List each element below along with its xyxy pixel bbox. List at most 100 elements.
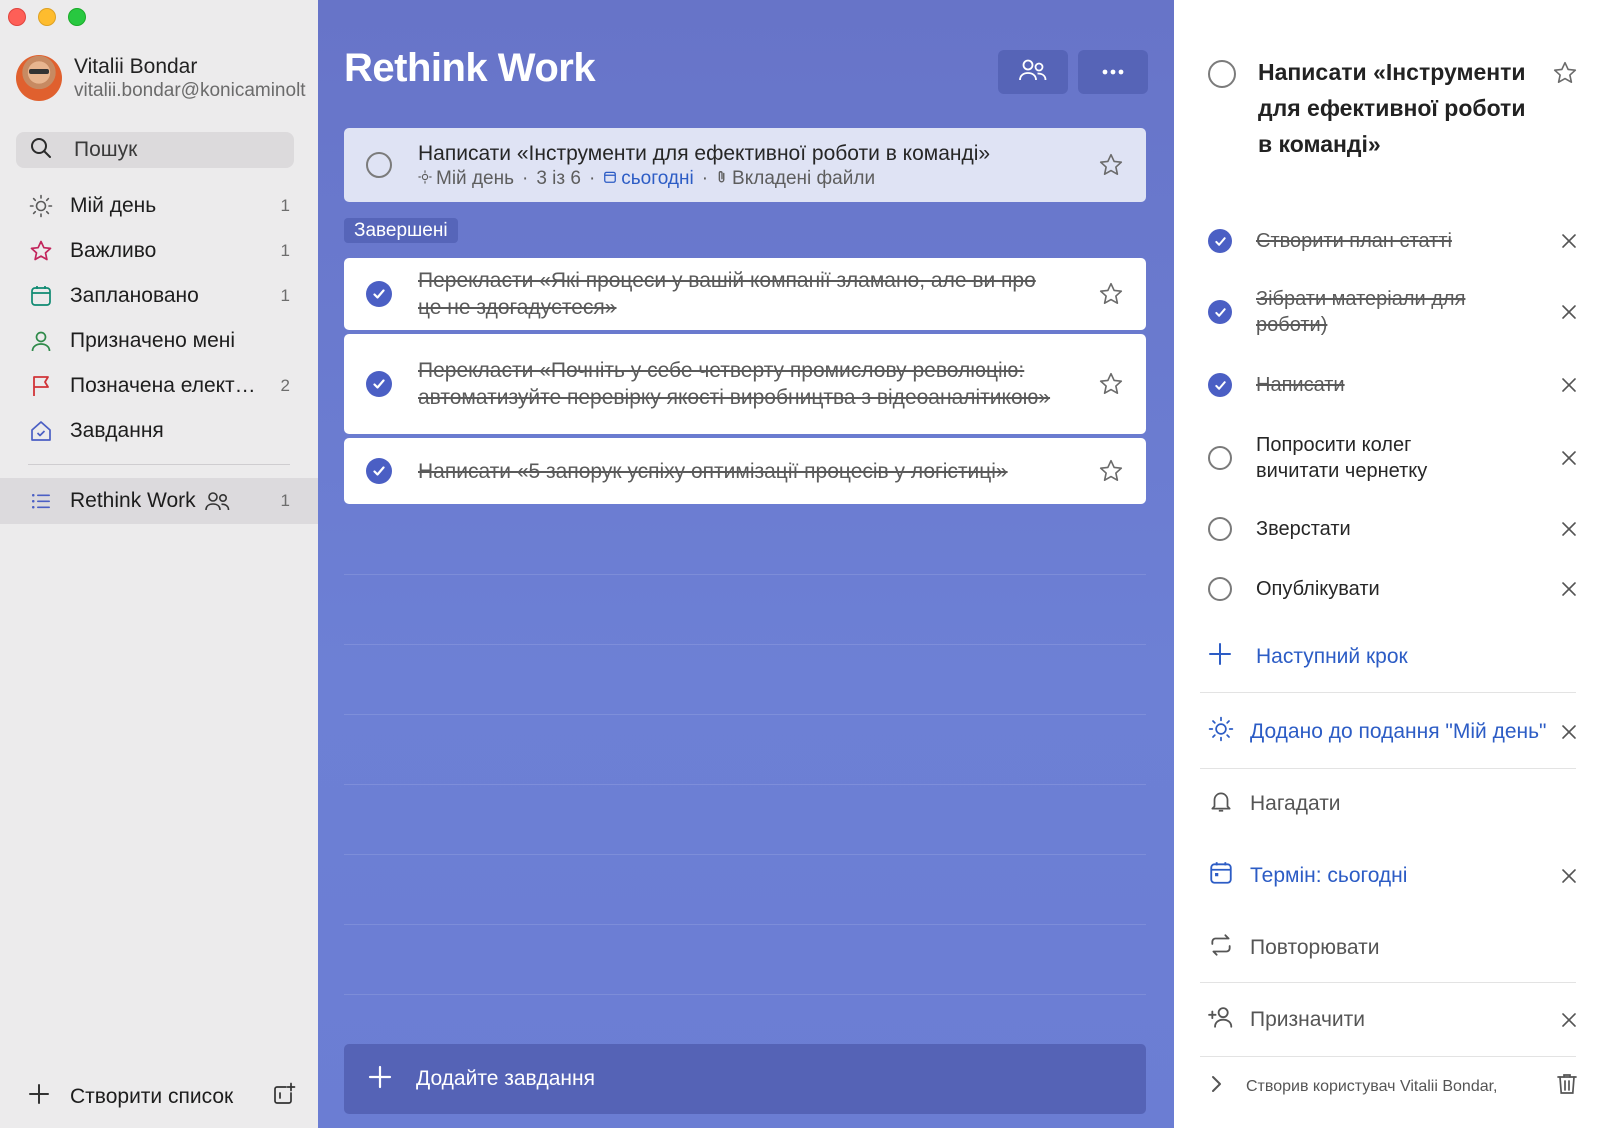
share-button[interactable]: [998, 50, 1068, 94]
minimize-window-button[interactable]: [38, 8, 56, 26]
star-outline-icon[interactable]: [1098, 281, 1124, 307]
step-label: Зібрати матеріали для роботи): [1256, 288, 1466, 336]
task-row[interactable]: Перекласти «Почніть у себе четверту пром…: [344, 334, 1146, 434]
repeat-icon: [1208, 932, 1234, 963]
close-icon[interactable]: [1560, 867, 1578, 885]
star-outline-icon[interactable]: [1552, 60, 1578, 91]
task-row-selected[interactable]: Написати «Інструменти для ефективної роб…: [344, 128, 1146, 202]
sidebar-item-count: 1: [280, 491, 290, 510]
step-item[interactable]: Зібрати матеріали для роботи): [1208, 286, 1578, 338]
sidebar-item-label: Мій день: [70, 193, 157, 217]
step-checkbox[interactable]: [1208, 446, 1232, 470]
new-list: Створити список: [28, 1082, 296, 1111]
trash-icon[interactable]: [1556, 1072, 1578, 1101]
sidebar-item-rethink-work[interactable]: Rethink Work 1: [0, 478, 318, 524]
close-icon[interactable]: [1560, 376, 1578, 394]
checkmark-icon[interactable]: [1208, 300, 1232, 324]
sun-icon: [1208, 716, 1234, 747]
sidebar-item-my-day[interactable]: Мій день 1: [0, 183, 318, 228]
close-icon[interactable]: [1560, 232, 1578, 250]
task-meta: Мій день · 3 із 6 · сьогодні · Вкладені …: [418, 168, 1098, 190]
remind-label: Нагадати: [1250, 791, 1341, 815]
profile-name: Vitalii Bondar: [74, 55, 198, 78]
flag-icon: [28, 373, 54, 399]
sidebar-item-tasks[interactable]: Завдання: [0, 408, 318, 453]
search-input[interactable]: Пошук: [16, 132, 294, 168]
checkmark-icon[interactable]: [1208, 373, 1232, 397]
more-options-button[interactable]: [1078, 50, 1148, 94]
complete-task-checkbox[interactable]: [1208, 60, 1236, 88]
task-title: Написати «Інструменти для ефективної роб…: [418, 142, 991, 165]
task-title: Написати «5 запорук успіху оптимізації п…: [418, 459, 1008, 483]
step-item[interactable]: Попросити колег вичитати чернетку: [1208, 432, 1578, 484]
sidebar-item-assigned[interactable]: Призначено мені: [0, 318, 318, 363]
divider: [1200, 982, 1576, 983]
step-item[interactable]: Опублікувати: [1208, 576, 1578, 602]
checkmark-icon[interactable]: [366, 371, 392, 397]
checkmark-icon[interactable]: [366, 281, 392, 307]
account-profile[interactable]: Vitalii Bondar vitalii.bondar@konicamino…: [16, 54, 316, 102]
empty-row-divider: [344, 994, 1146, 995]
empty-row-divider: [344, 854, 1146, 855]
zoom-window-button[interactable]: [68, 8, 86, 26]
step-label: Опублікувати: [1256, 578, 1380, 600]
close-icon[interactable]: [1560, 303, 1578, 321]
ellipsis-icon: [1101, 63, 1125, 81]
step-item[interactable]: Створити план статті: [1208, 228, 1578, 254]
assign-label: Призначити: [1250, 1007, 1365, 1031]
step-label: Написати: [1256, 374, 1345, 396]
repeat-label: Повторювати: [1250, 935, 1380, 959]
home-icon: [28, 418, 54, 444]
chevron-right-icon[interactable]: [1208, 1072, 1224, 1101]
sidebar-item-planned[interactable]: Заплановано 1: [0, 273, 318, 318]
star-outline-icon[interactable]: [1098, 458, 1124, 484]
close-icon[interactable]: [1560, 1011, 1578, 1029]
assign-row[interactable]: Призначити: [1208, 1004, 1578, 1035]
search-icon: [30, 137, 52, 164]
my-day-row[interactable]: Додано до подання "Мій день": [1208, 716, 1578, 747]
calendar-small-icon: [603, 168, 617, 190]
plus-icon[interactable]: [28, 1083, 50, 1110]
sidebar-item-count: 1: [280, 240, 290, 260]
close-window-button[interactable]: [8, 8, 26, 26]
complete-task-checkbox[interactable]: [366, 152, 392, 178]
close-icon[interactable]: [1560, 580, 1578, 598]
close-icon[interactable]: [1560, 449, 1578, 467]
step-checkbox[interactable]: [1208, 517, 1232, 541]
sidebar-item-count: 1: [280, 195, 290, 215]
detail-task-title[interactable]: Написати «Інструменти для ефективної роб…: [1258, 54, 1528, 162]
empty-row-divider: [344, 644, 1146, 645]
new-list-button[interactable]: Створити список: [70, 1085, 272, 1109]
shared-people-icon: [204, 489, 281, 513]
close-icon[interactable]: [1560, 520, 1578, 538]
due-date-row[interactable]: Термін: сьогодні: [1208, 860, 1578, 891]
sidebar-item-label: Позначена елект…: [70, 373, 256, 397]
star-outline-icon[interactable]: [1098, 371, 1124, 397]
checkmark-icon[interactable]: [1208, 229, 1232, 253]
empty-row-divider: [344, 714, 1146, 715]
star-outline-icon[interactable]: [1098, 152, 1124, 178]
step-checkbox[interactable]: [1208, 577, 1232, 601]
completed-section-toggle[interactable]: Завершені: [344, 218, 458, 243]
star-icon: [28, 238, 54, 264]
repeat-row[interactable]: Повторювати: [1208, 932, 1578, 963]
checkmark-icon[interactable]: [366, 458, 392, 484]
step-item[interactable]: Зверстати: [1208, 516, 1578, 542]
sidebar-item-flagged-email[interactable]: Позначена елект… 2: [0, 363, 318, 408]
sidebar-item-important[interactable]: Важливо 1: [0, 228, 318, 273]
add-step-button[interactable]: Наступний крок: [1208, 642, 1578, 671]
new-group-icon[interactable]: [272, 1082, 296, 1111]
detail-title-row: Написати «Інструменти для ефективної роб…: [1208, 54, 1578, 162]
task-row[interactable]: Перекласти «Які процеси у вашій компанії…: [344, 258, 1146, 330]
add-task-input[interactable]: Додайте завдання: [344, 1044, 1146, 1114]
step-label: Створити план статті: [1256, 230, 1452, 252]
close-icon[interactable]: [1560, 723, 1578, 741]
task-row[interactable]: Написати «5 запорук успіху оптимізації п…: [344, 438, 1146, 504]
list-title[interactable]: Rethink Work: [344, 46, 596, 91]
meta-separator: ·: [522, 168, 529, 189]
remind-row[interactable]: Нагадати: [1208, 788, 1578, 819]
step-item[interactable]: Написати: [1208, 372, 1578, 398]
sidebar-item-count: 1: [280, 285, 290, 305]
sidebar-item-label: Rethink Work: [70, 489, 196, 512]
bell-icon: [1208, 788, 1234, 819]
